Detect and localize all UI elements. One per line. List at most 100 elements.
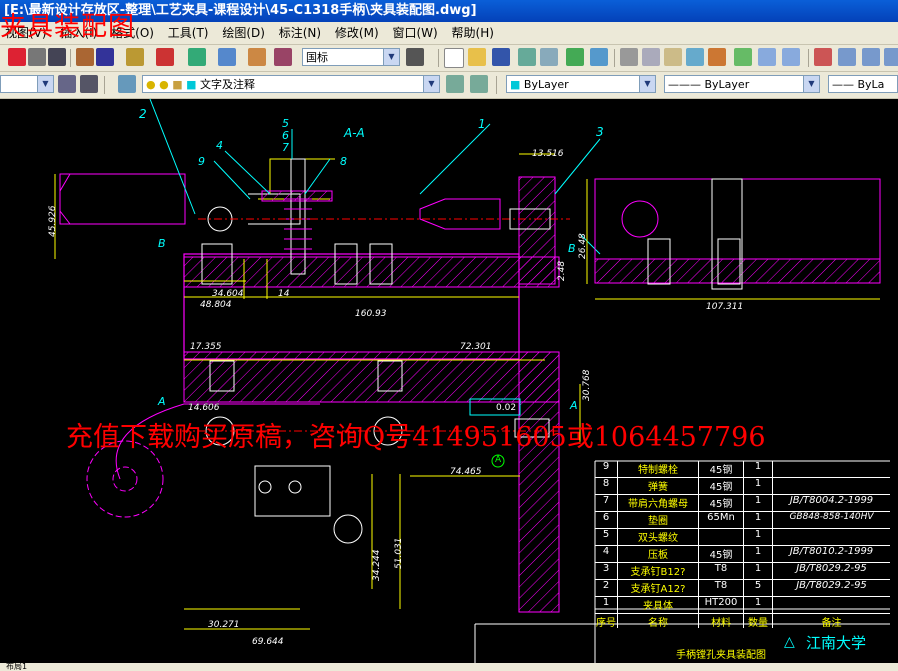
section-marker-b-left: B [158,237,166,250]
dim-2648: 26.48 [578,233,588,259]
zoom-realtime-icon[interactable] [838,48,856,66]
part-number-3: 3 [596,125,604,139]
bom-material [699,529,744,545]
plot-icon[interactable] [590,48,608,66]
linetype-select[interactable]: ——— ByLayer ▼ [664,75,820,93]
datum-a: A [495,455,502,465]
part-number-2: 2 [139,107,147,121]
workspace-select[interactable]: ▼ [0,75,54,93]
bom-no: 3 [595,563,618,579]
part-number-8: 8 [340,155,347,168]
menu-help[interactable]: 帮助(H) [447,22,499,44]
bom-std [773,461,890,477]
bom-table: 9 特制螺栓 45钢 1 8 弹簧 45钢 1 7 带肩六角螺母 45钢 1 J… [595,461,890,629]
zoom-previous-icon[interactable] [884,48,898,66]
print-icon[interactable] [518,48,536,66]
customize-icon[interactable] [80,75,98,93]
bom-header-qty: 数量 [744,614,773,629]
chevron-down-icon: ▼ [383,49,399,65]
dim-74465: 74.465 [450,467,482,477]
bom-qty: 1 [744,478,773,494]
leader-icon[interactable] [188,48,206,66]
sun-icon: ● [159,78,169,91]
paste-special-icon[interactable] [686,48,704,66]
bom-header-std: 备注 [821,618,842,629]
dim-48804: 48.804 [200,300,232,310]
dim-72301: 72.301 [460,342,492,352]
dim-16093: 160.93 [355,309,387,319]
text-style-value: 国标 [306,51,328,64]
publish-icon[interactable] [566,48,584,66]
table-row: 1 夹具体 HT200 1 [595,597,890,614]
pan-icon[interactable] [814,48,832,66]
table-row: 4 压板 45钢 1 JB/T8010.2-1999 [595,546,890,563]
bom-no: 5 [595,529,618,545]
preview-icon[interactable] [540,48,558,66]
dim-style-icon[interactable] [274,48,292,66]
chevron-down-icon: ▼ [37,76,53,92]
toolbar-layers: ▼ ● ● ■ ■ 文字及注释 ▼ ■ ByLayer ▼ ——— ByLayer… [0,72,898,99]
save-icon[interactable] [492,48,510,66]
tolerance-value: 0.02 [496,403,517,413]
ruler-icon[interactable] [96,48,114,66]
bom-qty: 1 [744,461,773,477]
bom-name: 压板 [618,546,699,562]
redo-icon[interactable] [782,48,800,66]
match-properties-icon[interactable] [708,48,726,66]
text-style-select[interactable]: 国标 ▼ [302,48,400,66]
dim-icon[interactable] [76,48,94,66]
menu-modify[interactable]: 修改(M) [330,22,384,44]
open-file-icon[interactable] [468,48,486,66]
settings-icon[interactable] [58,75,76,93]
menu-tools[interactable]: 工具(T) [163,22,214,44]
dim-45926: 45.926 [48,205,58,238]
edit-dim-icon[interactable] [248,48,266,66]
bom-no: 1 [595,597,618,613]
menu-window[interactable]: 窗口(W) [387,22,442,44]
line-sample-icon: —— [832,78,854,91]
section-label: A-A [344,126,365,140]
dim-51031: 51.031 [394,537,404,570]
bom-material: T8 [699,580,744,596]
angle-icon[interactable] [48,48,66,66]
bom-qty: 5 [744,580,773,596]
menu-dimension[interactable]: 标注(N) [274,22,326,44]
cut-icon[interactable] [620,48,638,66]
bom-material: 45钢 [699,495,744,511]
measure-icon[interactable] [126,48,144,66]
lineweight-select[interactable]: —— ByLa [828,75,898,93]
table-row: 8 弹簧 45钢 1 [595,478,890,495]
block-editor-icon[interactable] [734,48,752,66]
zoom-icon[interactable] [8,48,26,66]
new-file-icon[interactable] [444,48,464,68]
undo-icon[interactable] [758,48,776,66]
dim-update-icon[interactable] [406,48,424,66]
bom-no: 6 [595,512,618,528]
tolerance-icon[interactable] [156,48,174,66]
layer-previous-icon[interactable] [470,75,488,93]
center-icon[interactable] [218,48,236,66]
bom-std [773,478,890,494]
dim-69644: 69.644 [252,637,284,647]
no-entry-icon[interactable] [28,48,46,66]
school-name: 江南大学 [806,634,867,652]
bom-no: 4 [595,546,618,562]
bom-material: 65Mn [699,512,744,528]
drawing-canvas[interactable]: 2 1 3 5 6 7 4 9 8 A-A 45.926 13.516 34.6… [0,99,898,665]
color-select[interactable]: ■ ByLayer ▼ [506,75,656,93]
copy-icon[interactable] [642,48,660,66]
layer-select[interactable]: ● ● ■ ■ 文字及注释 ▼ [142,75,440,93]
bom-header-material: 材料 [699,614,744,629]
bom-material: 45钢 [699,478,744,494]
line-sample-icon: ——— [668,78,701,91]
tab-layout1[interactable]: 布局1 [0,663,27,671]
bom-std: JB/T8029.2-95 [796,580,867,591]
paste-icon[interactable] [664,48,682,66]
make-layer-current-icon[interactable] [446,75,464,93]
table-row: 3 支承钉B12? T8 1 JB/T8029.2-95 [595,563,890,580]
layer-manager-icon[interactable] [118,75,136,93]
dim-30271: 30.271 [208,620,240,630]
menu-draw[interactable]: 绘图(D) [217,22,270,44]
bom-no: 9 [595,461,618,477]
zoom-window-icon[interactable] [862,48,880,66]
